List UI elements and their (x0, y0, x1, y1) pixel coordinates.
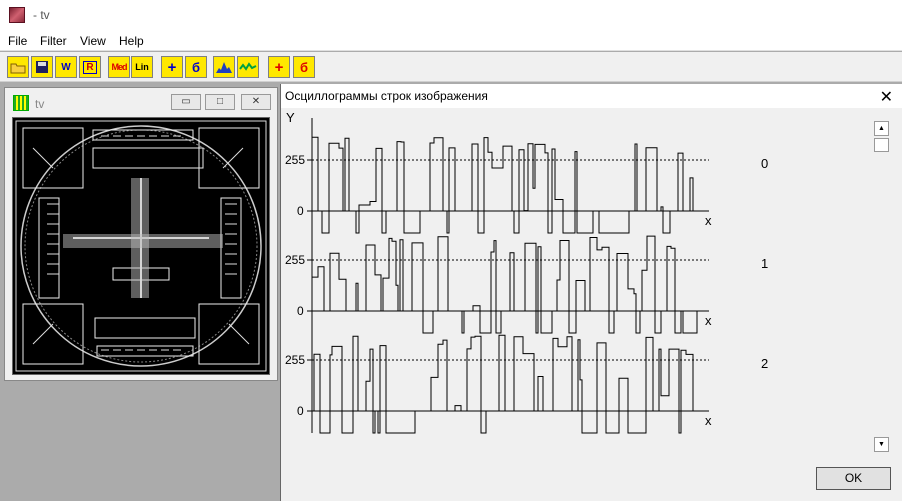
tick-label-255: 255 (285, 153, 305, 167)
test-pattern-image (12, 117, 270, 375)
tick-label-0: 0 (297, 404, 304, 418)
wave-icon (239, 62, 257, 71)
waveform-1 (311, 235, 698, 334)
close-icon: ✕ (251, 96, 261, 107)
dialog-title: Осциллограммы строк изображения (285, 89, 488, 103)
x-axis-label: x (705, 413, 712, 428)
maximize-icon: □ (216, 96, 224, 107)
menu-filter[interactable]: Filter (40, 34, 67, 48)
histogram-icon (216, 62, 232, 73)
med-button[interactable]: Med (108, 56, 130, 78)
series-label: 0 (761, 156, 768, 171)
w-button[interactable]: W (55, 56, 77, 78)
tv-window-titlebar[interactable]: tv ▭ □ ✕ (5, 88, 277, 115)
scroll-down-arrow[interactable]: ▼ (874, 437, 889, 452)
open-icon[interactable] (7, 56, 29, 78)
lin-button[interactable]: Lin (131, 56, 153, 78)
tick-label-0: 0 (297, 304, 304, 318)
tv-window-title: tv (35, 97, 45, 111)
plus-red-icon: + (274, 58, 284, 76)
waveform-0 (311, 136, 694, 234)
series-label: 2 (761, 356, 768, 371)
menu-file[interactable]: File (8, 34, 27, 48)
scroll-up-arrow[interactable]: ▲ (874, 121, 889, 136)
save-icon[interactable] (31, 56, 53, 78)
tick-label-255: 255 (285, 253, 305, 267)
scroll-thumb[interactable] (874, 138, 889, 152)
tv-maximize-button[interactable]: □ (205, 94, 235, 110)
series-label: 1 (761, 256, 768, 271)
vertical-scrollbar[interactable]: ▲ ▼ (871, 119, 891, 454)
ok-button[interactable]: OK (816, 467, 891, 490)
app-icon (9, 7, 25, 23)
oscillogram-dialog: Осциллограммы строк изображения ✕ Y 255 0… (280, 84, 902, 501)
waveform-2 (312, 334, 694, 434)
red-b-icon: б (299, 59, 309, 75)
blue-b-button[interactable]: б (185, 56, 207, 78)
plus-blue-icon: + (167, 58, 177, 76)
menu-help[interactable]: Help (119, 34, 144, 48)
tick-label-255: 255 (285, 353, 305, 367)
med-label: Med (111, 62, 128, 72)
x-axis-label: x (705, 213, 712, 228)
tv-close-button[interactable]: ✕ (241, 94, 271, 110)
w-label: W (61, 61, 71, 73)
dialog-close-button[interactable]: ✕ (880, 87, 893, 107)
oscillogram-plot: Y 255 0 x 0 255 0 x 1 255 0 x 2 (285, 110, 768, 434)
window-title: - tv (33, 8, 50, 22)
minimize-icon: ▭ (181, 96, 191, 107)
tv-child-window[interactable]: tv ▭ □ ✕ (4, 87, 278, 381)
histogram-button[interactable] (213, 56, 235, 78)
edge-detected-test-pattern (15, 120, 267, 372)
dialog-titlebar[interactable]: Осциллограммы строк изображения ✕ (281, 84, 902, 108)
window-titlebar: - tv (0, 0, 902, 31)
folder-open-icon (10, 63, 26, 74)
tv-minimize-button[interactable]: ▭ (171, 94, 201, 110)
tick-label-0: 0 (297, 204, 304, 218)
y-axis-label: Y (286, 110, 295, 125)
r-label: R (83, 60, 97, 74)
toolbar: W R Med Lin + б + б (0, 52, 902, 82)
red-b-button[interactable]: б (293, 56, 315, 78)
floppy-icon (36, 61, 48, 73)
plus-red-button[interactable]: + (268, 56, 290, 78)
menu-view[interactable]: View (80, 34, 106, 48)
blue-b-icon: б (191, 59, 201, 75)
plus-blue-button[interactable]: + (161, 56, 183, 78)
x-axis-label: x (705, 313, 712, 328)
r-button[interactable]: R (79, 56, 101, 78)
tv-window-icon (13, 95, 29, 111)
waveform-strips: 255 0 x 0 255 0 x 1 255 0 x 2 (285, 136, 768, 434)
menu-bar: File Filter View Help (0, 31, 902, 51)
lin-label: Lin (135, 62, 149, 72)
wave-button[interactable] (237, 56, 259, 78)
